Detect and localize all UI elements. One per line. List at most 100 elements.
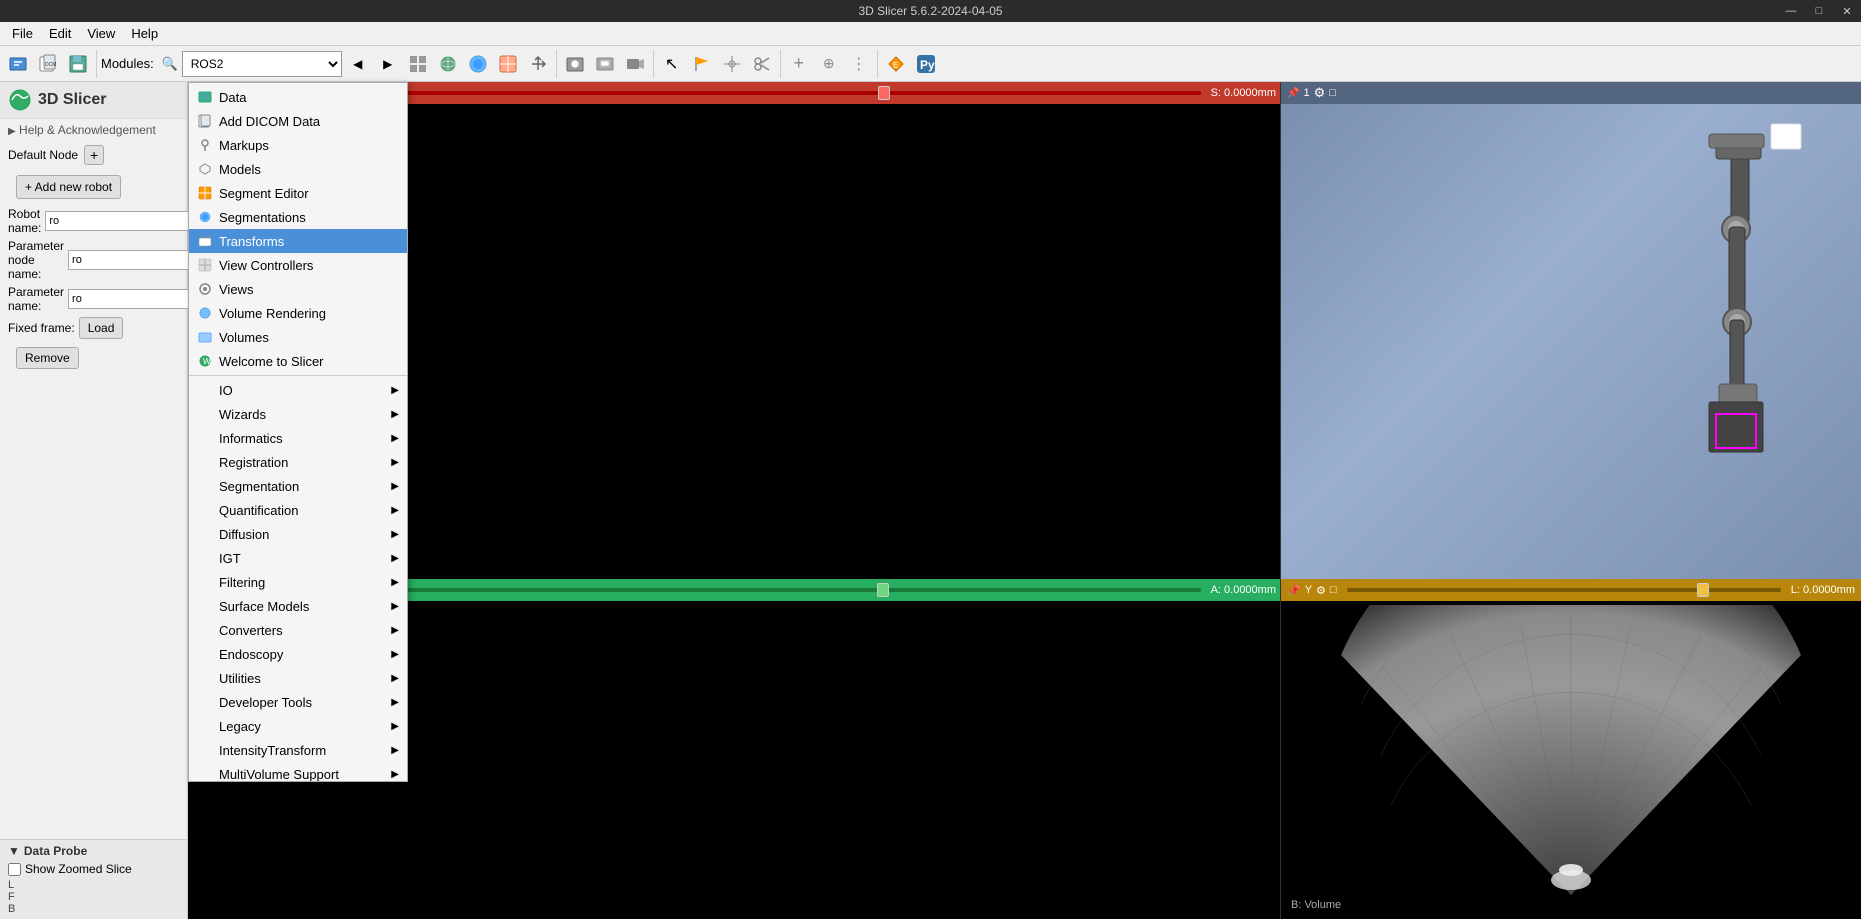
modules-label: Modules: xyxy=(101,56,154,71)
red-slice-slider-handle[interactable] xyxy=(878,86,890,100)
dcm-button[interactable]: DCM xyxy=(34,50,62,78)
3d-view-number: 1 xyxy=(1303,87,1309,99)
menu-item-filtering[interactable]: Filtering xyxy=(189,570,407,594)
3d-button[interactable] xyxy=(434,50,462,78)
load-data-button[interactable] xyxy=(4,50,32,78)
menu-item-markups[interactable]: Markups xyxy=(189,133,407,157)
models-icon xyxy=(197,161,213,177)
menu-item-segmentations[interactable]: Segmentations xyxy=(189,205,407,229)
menu-item-igt[interactable]: IGT xyxy=(189,546,407,570)
menu-help[interactable]: Help xyxy=(123,24,166,43)
yellow-slice-slider-handle[interactable] xyxy=(1697,583,1709,597)
menu-item-informatics[interactable]: Informatics xyxy=(189,426,407,450)
ultrasound-content[interactable]: B: Volume xyxy=(1281,601,1861,919)
zoomed-slice-row: Show Zoomed Slice xyxy=(8,862,179,876)
view-controllers-icon xyxy=(197,257,213,273)
coord-F: F xyxy=(8,891,179,903)
menu-item-volumes[interactable]: Volumes xyxy=(189,325,407,349)
menu-item-data[interactable]: Data xyxy=(189,85,407,109)
menu-item-models[interactable]: Models xyxy=(189,157,407,181)
minimize-button[interactable]: — xyxy=(1777,0,1805,22)
yellow-settings-icon[interactable]: ⚙ xyxy=(1316,584,1326,597)
more-button[interactable]: ⋮ xyxy=(845,50,873,78)
fixed-frame-row: Fixed frame: Load xyxy=(0,315,187,341)
add-robot-button[interactable]: + Add new robot xyxy=(16,175,121,199)
modules-dropdown: Data Add DICOM Data Markups Models xyxy=(188,82,408,782)
svg-text:DCM: DCM xyxy=(45,62,56,68)
green-slice-slider-handle[interactable] xyxy=(877,583,889,597)
menu-view[interactable]: View xyxy=(79,24,123,43)
remove-button[interactable]: Remove xyxy=(16,347,79,369)
maximize-button[interactable]: □ xyxy=(1805,0,1833,22)
close-button[interactable]: ✕ xyxy=(1833,0,1861,22)
menu-item-endoscopy[interactable]: Endoscopy xyxy=(189,642,407,666)
python-button[interactable]: Py xyxy=(912,50,940,78)
show-zoomed-checkbox[interactable] xyxy=(8,863,21,876)
yellow-pin-icon: 📌 xyxy=(1287,584,1301,597)
menu-item-wizards[interactable]: Wizards xyxy=(189,402,407,426)
menu-item-converters[interactable]: Converters xyxy=(189,618,407,642)
screenshot-button[interactable] xyxy=(591,50,619,78)
seg-button[interactable] xyxy=(494,50,522,78)
3d-maximize-icon[interactable]: □ xyxy=(1329,87,1336,99)
views-icon xyxy=(197,281,213,297)
yellow-maximize-icon[interactable]: □ xyxy=(1330,584,1337,596)
menu-file[interactable]: File xyxy=(4,24,41,43)
menu-edit[interactable]: Edit xyxy=(41,24,79,43)
robot-name-input[interactable] xyxy=(45,211,195,231)
add-node-button[interactable]: + xyxy=(84,145,104,165)
menu-item-segment-editor[interactable]: Segment Editor xyxy=(189,181,407,205)
save-button[interactable] xyxy=(64,50,92,78)
menu-item-segmentation[interactable]: Segmentation xyxy=(189,474,407,498)
robot-name-row: Robot name: xyxy=(0,205,187,237)
param-name-row: Parameter name: xyxy=(0,283,187,315)
modules-search-button[interactable]: 🔍 xyxy=(160,54,180,74)
menu-item-volume-rendering[interactable]: Volume Rendering xyxy=(189,301,407,325)
menu-item-developer-tools[interactable]: Developer Tools xyxy=(189,690,407,714)
menu-item-multivolume-support[interactable]: MultiVolume Support xyxy=(189,762,407,782)
red-slice-value: S: 0.0000mm xyxy=(1211,87,1276,99)
nav-back-button[interactable]: ◀ xyxy=(344,50,372,78)
plus-button[interactable]: + xyxy=(785,50,813,78)
menu-item-view-controllers[interactable]: View Controllers xyxy=(189,253,407,277)
3d-settings-icon[interactable]: ⚙ xyxy=(1314,85,1326,101)
param-name-label: Parameter name: xyxy=(8,285,64,313)
transform-button[interactable] xyxy=(524,50,552,78)
extensions-button[interactable]: E xyxy=(882,50,910,78)
menu-item-utilities[interactable]: Utilities xyxy=(189,666,407,690)
app-logo-area: 3D Slicer xyxy=(0,82,187,118)
menu-item-welcome[interactable]: W Welcome to Slicer xyxy=(189,349,407,373)
capture-button[interactable] xyxy=(561,50,589,78)
menu-separator-1 xyxy=(189,375,407,376)
flag-button[interactable] xyxy=(688,50,716,78)
pointer-button[interactable]: ↖ xyxy=(658,50,686,78)
3d-view-content[interactable] xyxy=(1281,104,1861,579)
menu-item-registration[interactable]: Registration xyxy=(189,450,407,474)
app-title: 3D Slicer 5.6.2-2024-04-05 xyxy=(858,4,1002,18)
menu-item-intensity-transform[interactable]: IntensityTransform xyxy=(189,738,407,762)
crosshair-button[interactable] xyxy=(718,50,746,78)
video-button[interactable] xyxy=(621,50,649,78)
menu-item-surface-models[interactable]: Surface Models xyxy=(189,594,407,618)
window-controls: — □ ✕ xyxy=(1777,0,1861,22)
load-button[interactable]: Load xyxy=(79,317,124,339)
extra-tools: + ⊕ ⋮ xyxy=(785,50,878,78)
menu-item-diffusion[interactable]: Diffusion xyxy=(189,522,407,546)
title-bar: 3D Slicer 5.6.2-2024-04-05 — □ ✕ xyxy=(0,0,1861,22)
arrow-button[interactable]: ⊕ xyxy=(815,50,843,78)
menu-item-dicom[interactable]: Add DICOM Data xyxy=(189,109,407,133)
svg-text:Py: Py xyxy=(920,58,935,72)
layout-button[interactable] xyxy=(404,50,432,78)
menu-item-transforms[interactable]: Transforms xyxy=(189,229,407,253)
menu-item-io[interactable]: IO xyxy=(189,378,407,402)
nav-fwd-button[interactable]: ▶ xyxy=(374,50,402,78)
volume-button[interactable] xyxy=(464,50,492,78)
menu-item-legacy[interactable]: Legacy xyxy=(189,714,407,738)
scissors-button[interactable] xyxy=(748,50,776,78)
menu-item-views[interactable]: Views xyxy=(189,277,407,301)
modules-select[interactable]: ROS2 Welcome to Slicer Data Transforms xyxy=(182,51,342,77)
menu-item-quantification[interactable]: Quantification xyxy=(189,498,407,522)
yellow-slice-viewer: 📌 Y ⚙ □ L: 0.0000mm xyxy=(1281,579,1861,919)
param-node-label: Parameter node name: xyxy=(8,239,64,281)
welcome-icon: W xyxy=(197,353,213,369)
